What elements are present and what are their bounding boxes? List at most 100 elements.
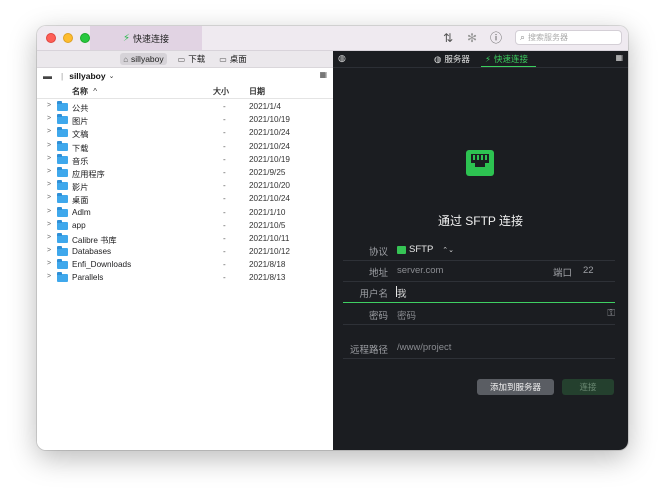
host-input[interactable]: server.com — [397, 265, 443, 276]
chevron-down-icon[interactable]: ⌄ — [109, 72, 115, 80]
tab-quick-connect[interactable]: ⚡ 快速连接 — [90, 26, 202, 50]
table-row[interactable]: > 图片 - 2021/10/19 — [37, 114, 333, 127]
folder-icon — [57, 153, 68, 164]
password-label: 密码 — [368, 311, 388, 322]
bolt-icon: ⚡ — [485, 53, 491, 64]
file-name: 文稿 — [72, 130, 89, 140]
column-header-size[interactable]: 大小 — [213, 86, 229, 97]
search-icon: ⌕ — [520, 32, 526, 42]
file-name: Databases — [72, 247, 112, 257]
info-icon[interactable]: ⓘ — [489, 30, 503, 46]
minimize-window-button[interactable] — [63, 33, 73, 43]
host-label: 地址 — [368, 268, 388, 279]
disclosure-triangle-icon[interactable]: > — [47, 247, 51, 254]
file-size: - — [223, 233, 226, 243]
disclosure-triangle-icon[interactable]: > — [47, 273, 51, 280]
disclosure-triangle-icon[interactable]: > — [47, 168, 51, 175]
table-row[interactable]: > Adlm - 2021/1/10 — [37, 206, 333, 220]
port-input[interactable]: 22 — [583, 265, 594, 276]
table-row[interactable]: > 音乐 - 2021/10/19 — [37, 153, 333, 167]
file-size: - — [223, 247, 226, 257]
file-size: - — [223, 181, 226, 191]
disclosure-triangle-icon[interactable]: > — [47, 115, 51, 122]
disclosure-triangle-icon[interactable]: > — [47, 181, 51, 188]
file-date: 2021/10/20 — [249, 181, 290, 191]
disclosure-triangle-icon[interactable]: > — [47, 155, 51, 162]
port-label: 端口 — [553, 268, 573, 279]
tab-servers[interactable]: ◍ 服务器 — [434, 53, 470, 65]
breadcrumb-desktop[interactable]: ▭ 桌面 — [216, 52, 250, 66]
table-row[interactable]: > 下载 - 2021/10/24 — [37, 140, 333, 154]
breadcrumb-downloads[interactable]: ▭ 下载 — [175, 52, 209, 66]
search-input[interactable] — [528, 33, 609, 42]
grid-view-icon[interactable]: ▦ — [319, 70, 327, 79]
file-date: 2021/8/18 — [249, 260, 286, 270]
table-row[interactable]: > Databases - 2021/10/12 — [37, 246, 333, 259]
protocol-label: 协议 — [368, 247, 388, 258]
table-row[interactable]: > Parallels - 2021/8/13 — [37, 272, 333, 285]
file-name: Adlm — [72, 207, 91, 217]
breadcrumb-home[interactable]: ⌂ sillyaboy — [120, 53, 167, 65]
column-header-date[interactable]: 日期 — [249, 86, 265, 97]
protocol-row: 协议 SFTP ⌃⌄ — [343, 241, 615, 261]
column-header-name[interactable]: 名称 ^ — [72, 86, 97, 97]
folder-icon — [57, 193, 68, 204]
disclosure-triangle-icon[interactable]: > — [47, 102, 51, 109]
password-input[interactable]: 密码 — [397, 308, 416, 322]
disclosure-triangle-icon[interactable]: > — [47, 142, 51, 149]
table-row[interactable]: > Calibre 书库 - 2021/10/11 — [37, 232, 333, 246]
tab-quick-connect-right[interactable]: ⚡ 快速连接 — [481, 53, 536, 67]
table-row[interactable]: > app - 2021/10/5 — [37, 219, 333, 233]
chevron-updown-icon: ⌃⌄ — [442, 246, 455, 254]
bolt-icon: ⚡ — [122, 32, 130, 44]
disclosure-triangle-icon[interactable]: > — [47, 260, 51, 267]
username-input[interactable]: 我 — [397, 286, 407, 300]
key-icon[interactable]: ⚿ — [607, 308, 615, 319]
folder-icon — [57, 219, 68, 230]
activity-spinner-icon[interactable]: ✻ — [465, 30, 479, 46]
file-name: 公共 — [72, 104, 89, 113]
connect-button[interactable]: 连接 — [562, 379, 614, 395]
location-bar: ▬ | sillyaboy ⌄ ▦ — [37, 68, 333, 83]
file-date: 2021/10/24 — [249, 128, 290, 138]
file-name: 桌面 — [72, 196, 89, 206]
drive-icon[interactable]: ▬ — [43, 71, 55, 81]
folder-icon — [57, 246, 68, 257]
folder-icon — [57, 259, 68, 270]
file-name: Enfi_Downloads — [72, 260, 132, 270]
local-file-pane: ⌂ sillyaboy ▭ 下载 ▭ 桌面 ▬ | sillyaboy ⌄ ▦ … — [37, 51, 333, 450]
search-field[interactable]: ⌕ — [515, 30, 622, 45]
file-size: - — [223, 207, 226, 217]
disclosure-triangle-icon[interactable]: > — [47, 194, 51, 201]
zoom-window-button[interactable] — [80, 33, 90, 43]
ethernet-port-icon — [397, 245, 406, 254]
close-window-button[interactable] — [46, 33, 56, 43]
table-row[interactable]: > 公共 - 2021/1/4 — [37, 101, 333, 114]
file-date: 2021/10/19 — [249, 115, 290, 125]
table-row[interactable]: > Enfi_Downloads - 2021/8/18 — [37, 259, 333, 272]
globe-icon[interactable]: ◍ — [338, 53, 346, 64]
breadcrumb-label: sillyaboy — [131, 54, 164, 64]
table-row[interactable]: > 文稿 - 2021/10/24 — [37, 127, 333, 140]
file-list: > 公共 - 2021/1/4 > 图片 - 2021/10/19 > 文稿 - 2021/10/24… — [37, 101, 333, 286]
add-to-servers-button[interactable]: 添加到服务器 — [477, 379, 554, 395]
location-selector[interactable]: sillyaboy — [69, 71, 105, 81]
transfer-arrows-icon[interactable]: ⇅ — [441, 30, 455, 46]
remote-path-input[interactable]: /www/project — [397, 342, 451, 353]
toolbar-icons: ⇅ ✻ ⓘ — [441, 30, 503, 46]
breadcrumb-label: 下载 — [188, 54, 206, 64]
protocol-select[interactable]: SFTP ⌃⌄ — [397, 244, 454, 255]
disclosure-triangle-icon[interactable]: > — [47, 221, 51, 228]
username-row: 用户名 我 — [343, 283, 615, 303]
folder-icon — [57, 272, 68, 283]
table-row[interactable]: > 影片 - 2021/10/20 — [37, 180, 333, 193]
table-row[interactable]: > 应用程序 - 2021/9/25 — [37, 166, 333, 180]
disclosure-triangle-icon[interactable]: > — [47, 234, 51, 241]
host-row: 地址 server.com 端口 22 — [343, 262, 615, 282]
disclosure-triangle-icon[interactable]: > — [47, 128, 51, 135]
file-date: 2021/10/11 — [249, 233, 290, 243]
grid-view-icon[interactable]: ▦ — [615, 53, 623, 62]
window-controls — [46, 33, 90, 43]
table-row[interactable]: > 桌面 - 2021/10/24 — [37, 193, 333, 206]
disclosure-triangle-icon[interactable]: > — [47, 208, 51, 215]
